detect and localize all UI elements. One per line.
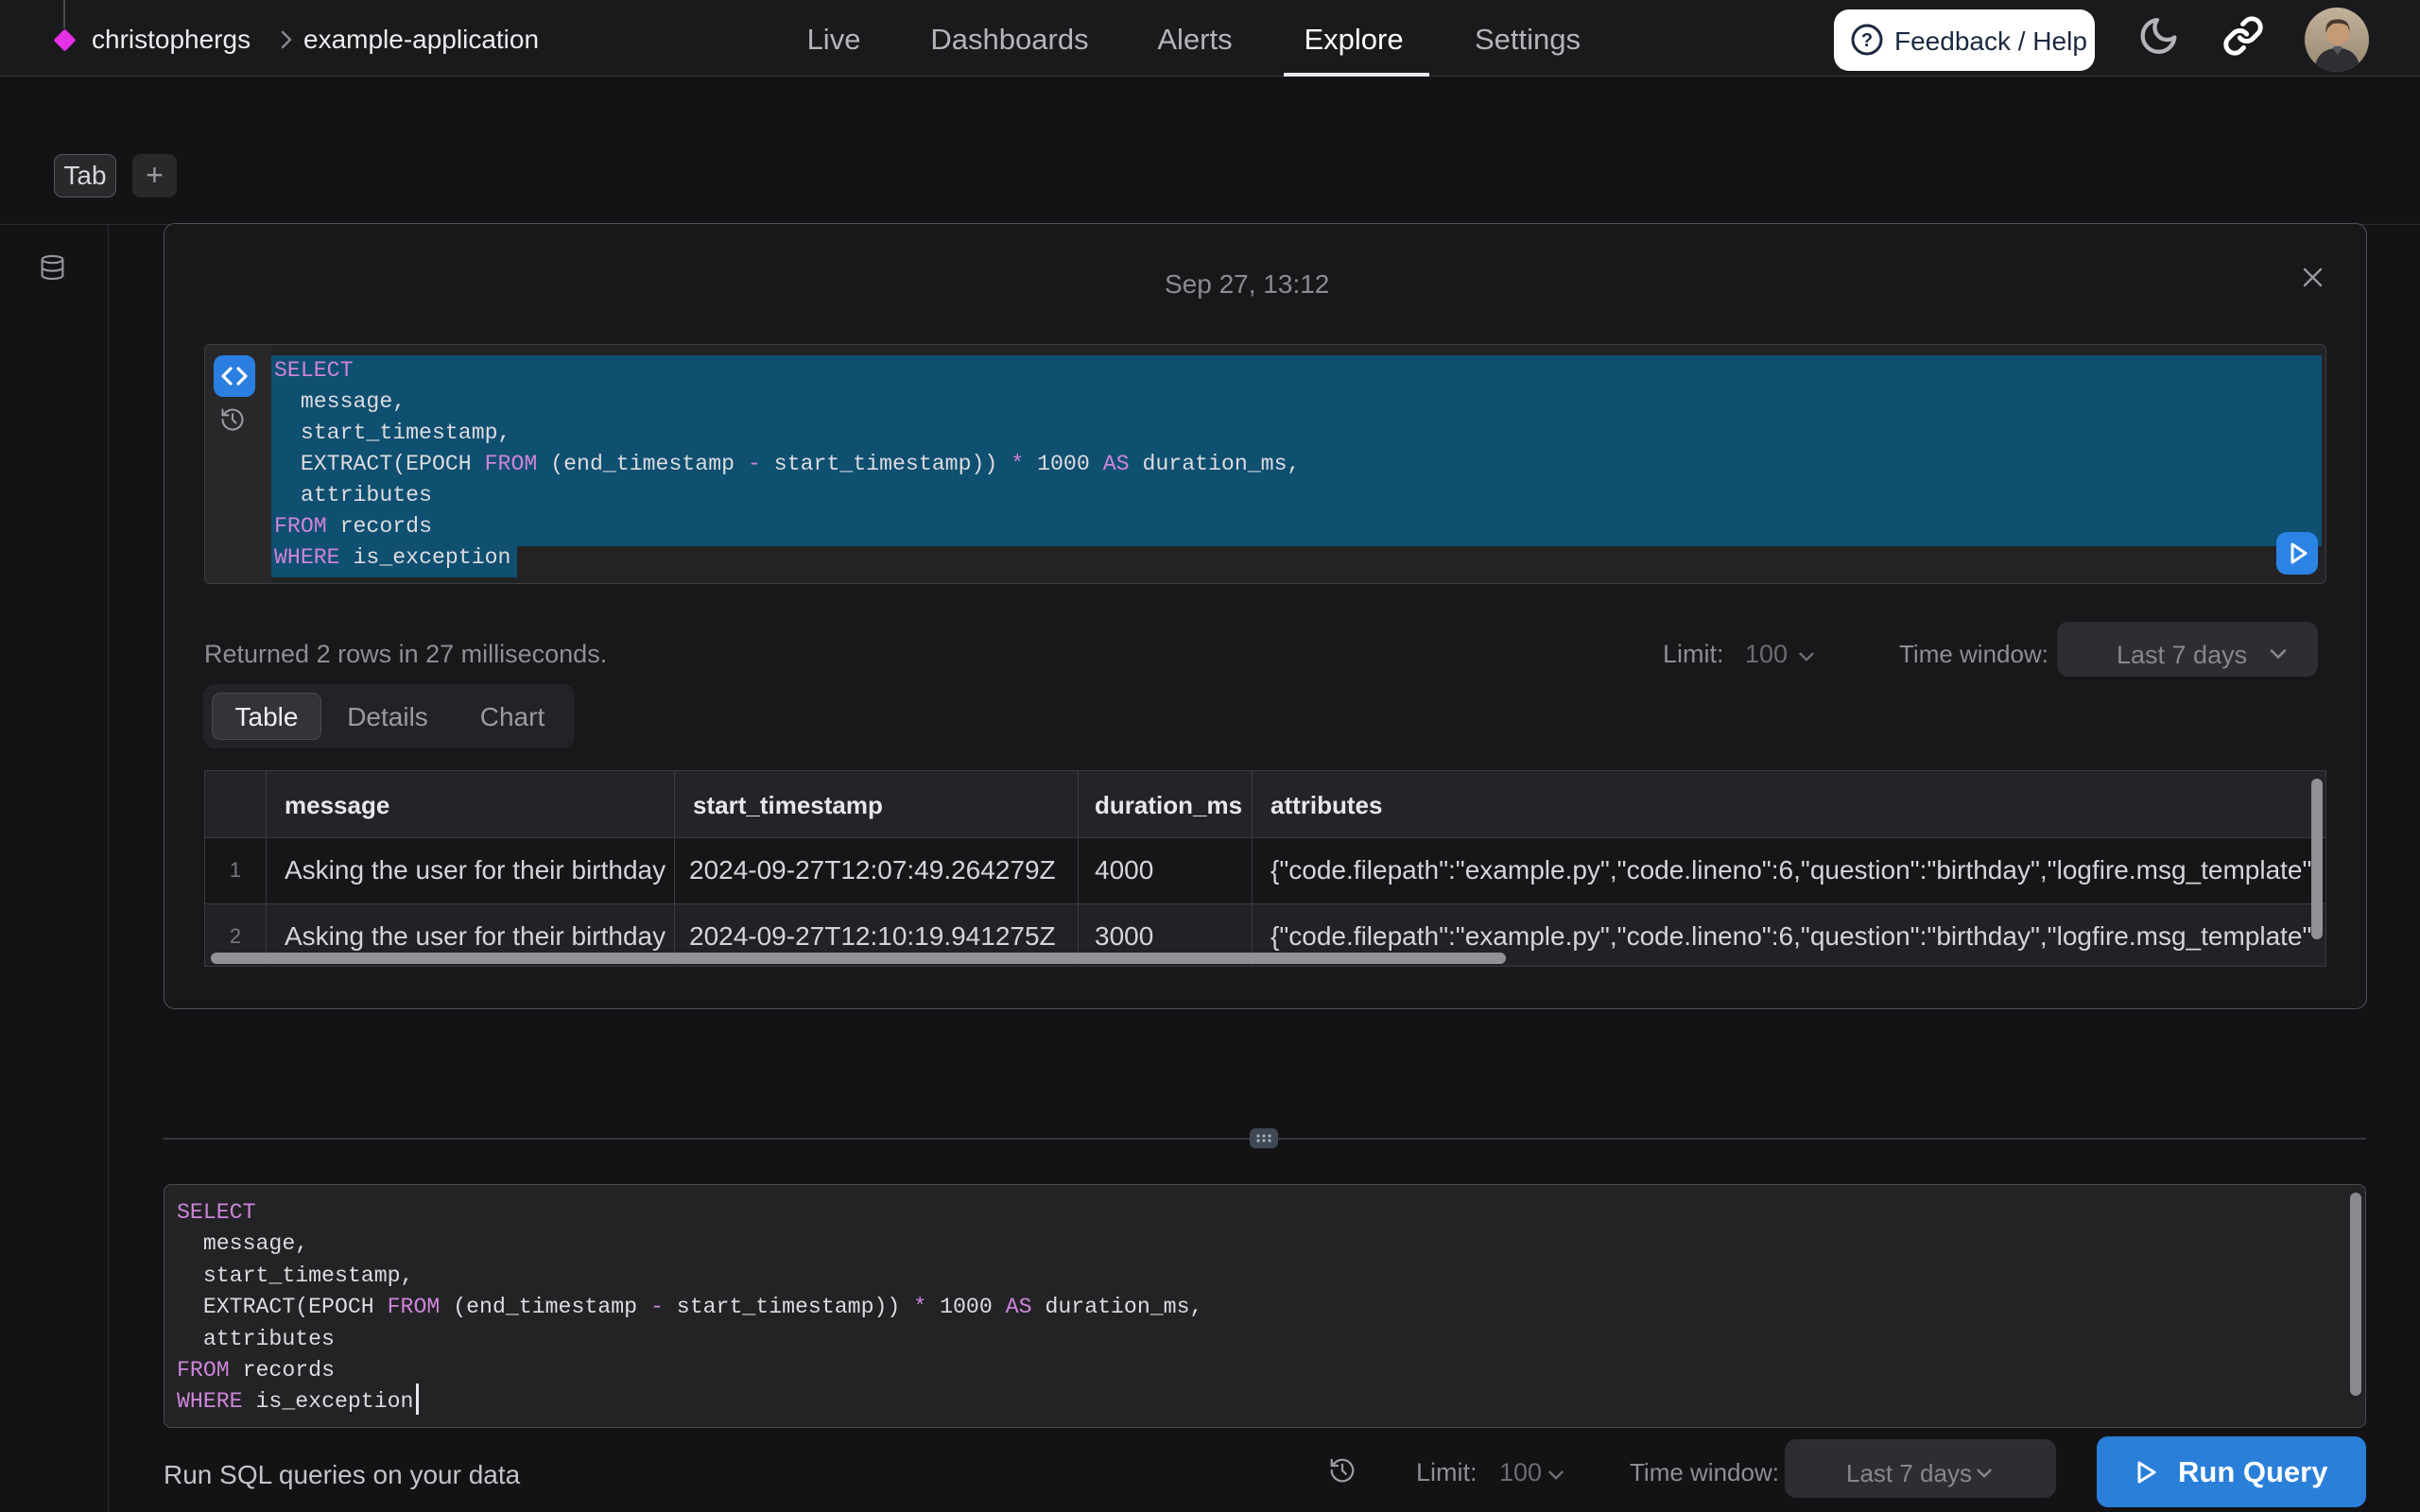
svg-text:?: ? [1861, 30, 1873, 51]
